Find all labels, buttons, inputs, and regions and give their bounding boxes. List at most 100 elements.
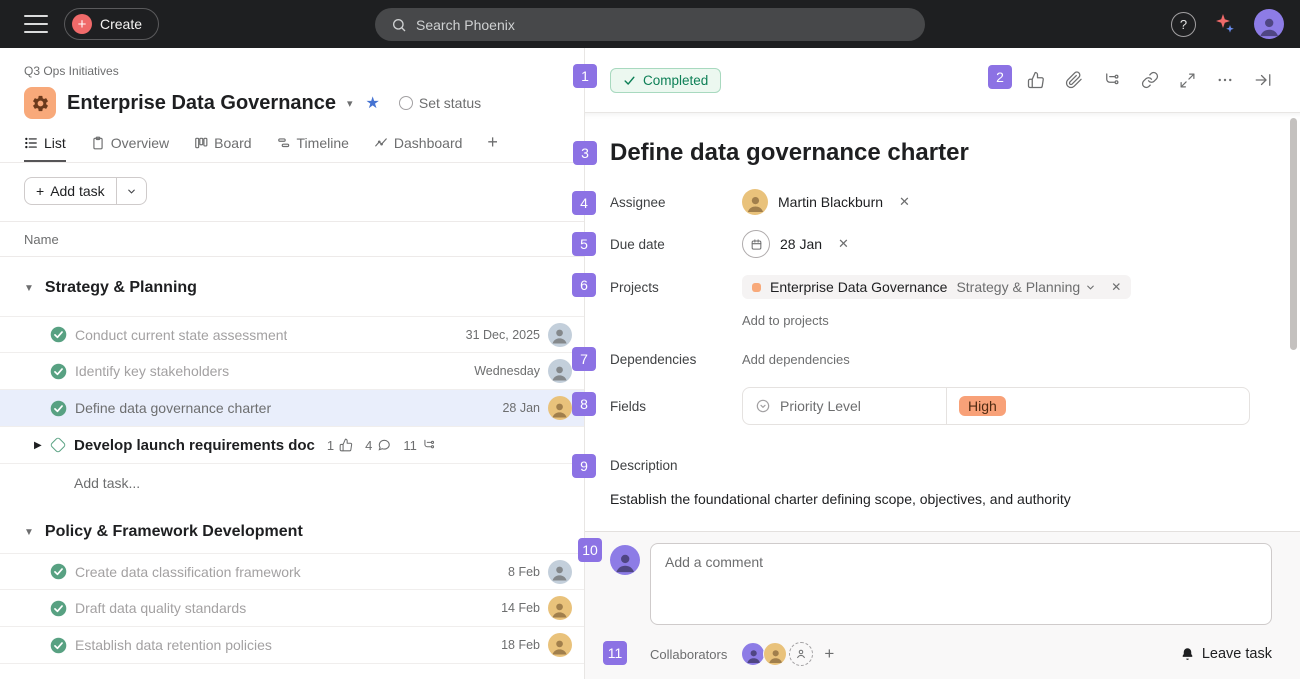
annotation-badge-7: 7	[572, 347, 596, 371]
check-circle-icon[interactable]	[50, 563, 67, 580]
dashboard-icon	[374, 136, 388, 150]
add-task-dropdown[interactable]	[116, 178, 146, 204]
inline-add-task[interactable]: Add task...	[0, 464, 584, 501]
tab-board[interactable]: Board	[194, 135, 251, 162]
chevron-down-icon	[126, 186, 137, 197]
collapse-triangle-icon[interactable]: ▼	[24, 527, 34, 538]
add-task-button[interactable]: + Add task	[25, 178, 116, 204]
expand-button[interactable]	[1179, 72, 1196, 89]
add-collaborator-button[interactable]: +	[824, 644, 834, 664]
thumbs-up-icon	[1027, 71, 1045, 89]
due-date-value[interactable]: 28 Jan ✕	[742, 230, 849, 258]
add-dependencies-link[interactable]: Add dependencies	[742, 352, 850, 367]
tab-list[interactable]: List	[24, 135, 66, 162]
section-header-strategy[interactable]: ▼ Strategy & Planning	[0, 257, 584, 317]
copy-link-button[interactable]	[1141, 71, 1159, 89]
task-row[interactable]: ▶ Develop launch requirements doc 1 4 11	[0, 427, 584, 464]
task-due-date: 28 Jan	[502, 401, 540, 415]
name-column-header[interactable]: Name	[0, 221, 584, 257]
task-name[interactable]: Establish data retention policies	[75, 637, 272, 653]
expand-subtasks-icon[interactable]: ▶	[34, 440, 42, 451]
task-row[interactable]: Create data classification framework 8 F…	[0, 553, 584, 590]
hamburger-menu-icon[interactable]	[24, 15, 48, 33]
close-panel-button[interactable]	[1254, 71, 1272, 89]
check-circle-icon[interactable]	[50, 363, 67, 380]
remove-project-icon[interactable]: ✕	[1111, 280, 1121, 294]
task-title[interactable]: Define data governance charter	[610, 139, 1276, 167]
current-user-avatar	[610, 545, 640, 575]
due-date-label: Due date	[610, 237, 742, 252]
assignee-name[interactable]: Martin Blackburn	[778, 194, 883, 210]
custom-fields-table: Priority Level High	[742, 387, 1250, 425]
search-input[interactable]: Search Phoenix	[375, 8, 925, 41]
set-status-button[interactable]: Set status	[399, 95, 481, 111]
task-row[interactable]: Draft data quality standards 14 Feb	[0, 590, 584, 627]
link-icon	[1141, 71, 1159, 89]
add-subtask-button[interactable]	[1103, 71, 1121, 89]
priority-field[interactable]: Priority Level	[743, 388, 946, 424]
comment-input[interactable]	[650, 543, 1272, 625]
remove-assignee-icon[interactable]: ✕	[899, 194, 910, 210]
like-button[interactable]	[1027, 71, 1045, 89]
help-icon[interactable]: ?	[1171, 12, 1196, 37]
collaborators-label: Collaborators	[650, 647, 727, 662]
task-name[interactable]: Define data governance charter	[75, 400, 271, 416]
due-date-text[interactable]: 28 Jan	[780, 236, 822, 252]
section-header-policy[interactable]: ▼ Policy & Framework Development	[0, 501, 584, 554]
remove-due-date-icon[interactable]: ✕	[838, 236, 849, 252]
assignee-avatar	[548, 323, 572, 347]
tab-label: List	[44, 135, 66, 151]
more-options-button[interactable]	[1216, 71, 1234, 89]
set-status-label: Set status	[419, 95, 481, 111]
check-circle-icon[interactable]	[50, 637, 67, 654]
project-chevron-icon[interactable]: ▾	[347, 97, 353, 110]
check-circle-icon[interactable]	[50, 400, 67, 417]
priority-value-cell[interactable]: High	[946, 388, 1249, 424]
tab-overview[interactable]: Overview	[91, 135, 169, 162]
subtask-count: 11	[403, 438, 417, 453]
approval-diamond-icon[interactable]	[50, 437, 67, 454]
collapse-triangle-icon[interactable]: ▼	[24, 283, 34, 294]
project-section-select[interactable]: Strategy & Planning	[956, 279, 1096, 295]
collaborator-avatar[interactable]	[763, 642, 787, 666]
task-row-selected[interactable]: Define data governance charter 28 Jan	[0, 390, 584, 427]
project-icon-tile[interactable]	[24, 87, 56, 119]
breadcrumb[interactable]: Q3 Ops Initiatives	[24, 64, 584, 78]
leave-task-button[interactable]: Leave task	[1180, 646, 1272, 662]
add-tab-button[interactable]: +	[487, 132, 498, 162]
task-row[interactable]: Identify key stakeholders Wednesday	[0, 353, 584, 390]
task-name[interactable]: Draft data quality standards	[75, 600, 246, 616]
task-due-date: 8 Feb	[508, 565, 540, 579]
task-row[interactable]: Conduct current state assessment 31 Dec,…	[0, 316, 584, 353]
invite-person-icon[interactable]	[789, 642, 813, 666]
attach-button[interactable]	[1065, 71, 1083, 89]
leave-task-label: Leave task	[1202, 646, 1272, 662]
assignee-avatar	[548, 596, 572, 620]
calendar-icon[interactable]	[742, 230, 770, 258]
assignee-value[interactable]: Martin Blackburn ✕	[742, 189, 910, 215]
task-name[interactable]: Develop launch requirements doc	[74, 437, 315, 454]
check-circle-icon[interactable]	[50, 600, 67, 617]
ai-sparkle-icon[interactable]	[1213, 12, 1237, 36]
task-name[interactable]: Identify key stakeholders	[75, 363, 229, 379]
check-circle-icon[interactable]	[50, 326, 67, 343]
tab-timeline[interactable]: Timeline	[277, 135, 349, 162]
completed-button[interactable]: Completed	[610, 68, 721, 93]
user-avatar[interactable]	[1254, 9, 1284, 39]
add-to-projects-link[interactable]: Add to projects	[742, 313, 1276, 328]
task-due-date: Wednesday	[474, 364, 540, 378]
priority-badge[interactable]: High	[959, 396, 1006, 416]
collaborator-avatar[interactable]	[741, 642, 765, 666]
task-name[interactable]: Conduct current state assessment	[75, 327, 287, 343]
project-chip-name[interactable]: Enterprise Data Governance	[770, 279, 947, 295]
description-text[interactable]: Establish the foundational charter defin…	[610, 490, 1276, 510]
project-chip[interactable]: Enterprise Data Governance Strategy & Pl…	[742, 275, 1131, 299]
create-button[interactable]: + Create	[64, 8, 159, 40]
favorite-star-icon[interactable]: ★	[366, 93, 380, 113]
tab-dashboard[interactable]: Dashboard	[374, 135, 463, 162]
task-name[interactable]: Create data classification framework	[75, 564, 301, 580]
project-section-name: Strategy & Planning	[956, 279, 1080, 295]
scrollbar-thumb[interactable]	[1290, 118, 1297, 350]
task-row[interactable]: Establish data retention policies 18 Feb	[0, 627, 584, 664]
bell-icon	[1180, 647, 1195, 662]
